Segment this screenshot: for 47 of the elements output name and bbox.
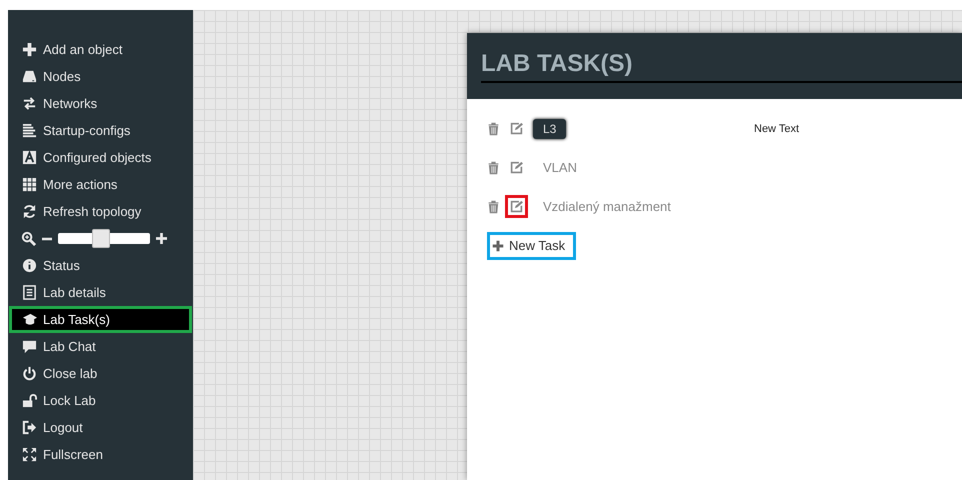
refresh-icon [22, 204, 37, 219]
graduation-cap-icon [22, 312, 37, 327]
zoom-in-icon[interactable] [156, 233, 167, 244]
arrows-icon [22, 96, 37, 111]
sidebar-item[interactable]: Add an object [9, 36, 192, 63]
sidebar-item[interactable]: Logout [9, 414, 192, 441]
slider-thumb[interactable] [92, 229, 110, 248]
edit-icon [510, 200, 523, 213]
new-task-button[interactable]: New Task [487, 232, 576, 260]
task-text: New Text [754, 122, 800, 137]
sidebar-item[interactable]: Close lab [9, 360, 192, 387]
power-icon [22, 366, 37, 381]
plus-icon [492, 240, 504, 252]
sidebar-item[interactable]: Lock Lab [9, 387, 192, 414]
sidebar-item[interactable]: Startup-configs [9, 117, 192, 144]
edit-button[interactable] [505, 195, 528, 218]
grid-icon [22, 177, 37, 192]
trash-icon[interactable] [487, 200, 500, 214]
sidebar-item[interactable]: Lab Chat [9, 333, 192, 360]
plus-icon [22, 42, 37, 57]
sidebar-item[interactable]: Fullscreen [9, 441, 192, 468]
sidebar-item[interactable]: Lab Task(s) [9, 306, 192, 333]
trash-icon[interactable] [487, 122, 500, 136]
drive-icon [22, 69, 37, 84]
chat-bubble-icon [22, 339, 37, 354]
zoom-icon[interactable] [21, 231, 36, 246]
task-item[interactable]: L3 [533, 118, 566, 138]
sidebar-item[interactable]: Status [9, 252, 192, 279]
expand-icon [22, 447, 37, 462]
edit-icon [510, 122, 523, 135]
lines-icon [22, 123, 37, 138]
letter-icon [22, 150, 37, 165]
edit-icon [510, 161, 523, 174]
task-item[interactable]: Vzdialený manažment [533, 196, 681, 218]
sidebar-item[interactable]: Lab details [9, 279, 192, 306]
unlocked-icon [22, 393, 37, 408]
sidebar-item[interactable]: Refresh topology [9, 198, 192, 225]
modal-title: LAB TASK(S) [481, 47, 962, 83]
sidebar-item[interactable]: Configured objects [9, 144, 192, 171]
sidebar-item[interactable]: More actions [9, 171, 192, 198]
sidebar-item[interactable]: Nodes [9, 63, 192, 90]
task-item[interactable]: VLAN [533, 156, 587, 178]
trash-icon[interactable] [487, 160, 500, 174]
sidebar-item[interactable]: Networks [9, 90, 192, 117]
info-icon [22, 258, 37, 273]
logout-icon [22, 420, 37, 435]
list-icon [22, 285, 37, 300]
